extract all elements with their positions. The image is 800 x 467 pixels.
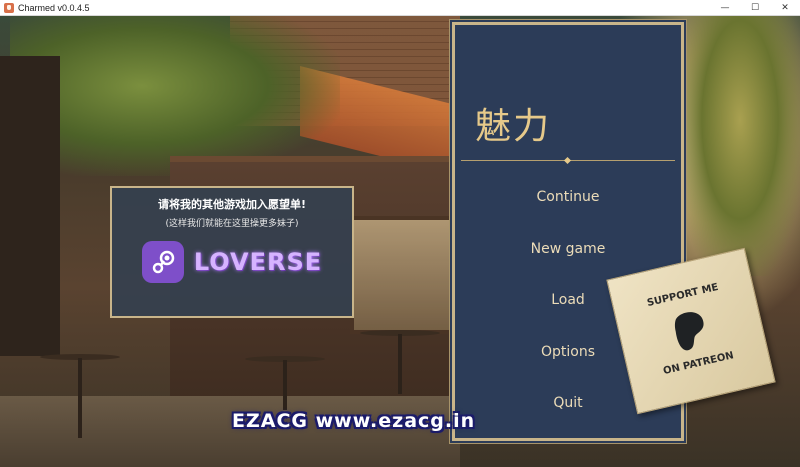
background-doorway <box>0 56 60 356</box>
background-foliage-right <box>680 16 800 276</box>
window-title: Charmed v0.0.4.5 <box>18 2 90 13</box>
wishlist-promo-panel[interactable]: 请将我的其他游戏加入愿望单! (这样我们就能在这里操更多妹子) LOVERSE <box>110 186 354 318</box>
promo-subline: (这样我们就能在这里操更多妹子) <box>165 219 299 229</box>
background-table-leg <box>78 358 82 438</box>
promo-headline: 请将我的其他游戏加入愿望单! <box>157 198 306 211</box>
maximize-button[interactable]: ☐ <box>740 0 770 16</box>
minimize-button[interactable]: — <box>710 0 740 16</box>
divider-ornament <box>563 156 572 165</box>
game-title: 魅力 <box>475 106 552 147</box>
window-controls: — ☐ ✕ <box>710 0 800 16</box>
close-button[interactable]: ✕ <box>770 0 800 16</box>
loverse-brand-logo[interactable]: LOVERSE <box>194 248 322 276</box>
patreon-icon <box>674 312 704 351</box>
steam-icon[interactable] <box>141 241 184 283</box>
menu-continue-button[interactable]: Continue <box>455 189 681 205</box>
background-table-leg <box>283 360 287 410</box>
promo-brand-row[interactable]: LOVERSE <box>112 241 352 283</box>
background-table-leg <box>398 334 402 394</box>
site-watermark: EZACG www.ezacg.in <box>232 410 476 432</box>
background-cafe-window <box>350 216 458 334</box>
app-icon <box>4 2 14 13</box>
menu-new-game-button[interactable]: New game <box>455 241 681 257</box>
window-titlebar: Charmed v0.0.4.5 — ☐ ✕ <box>0 0 800 16</box>
